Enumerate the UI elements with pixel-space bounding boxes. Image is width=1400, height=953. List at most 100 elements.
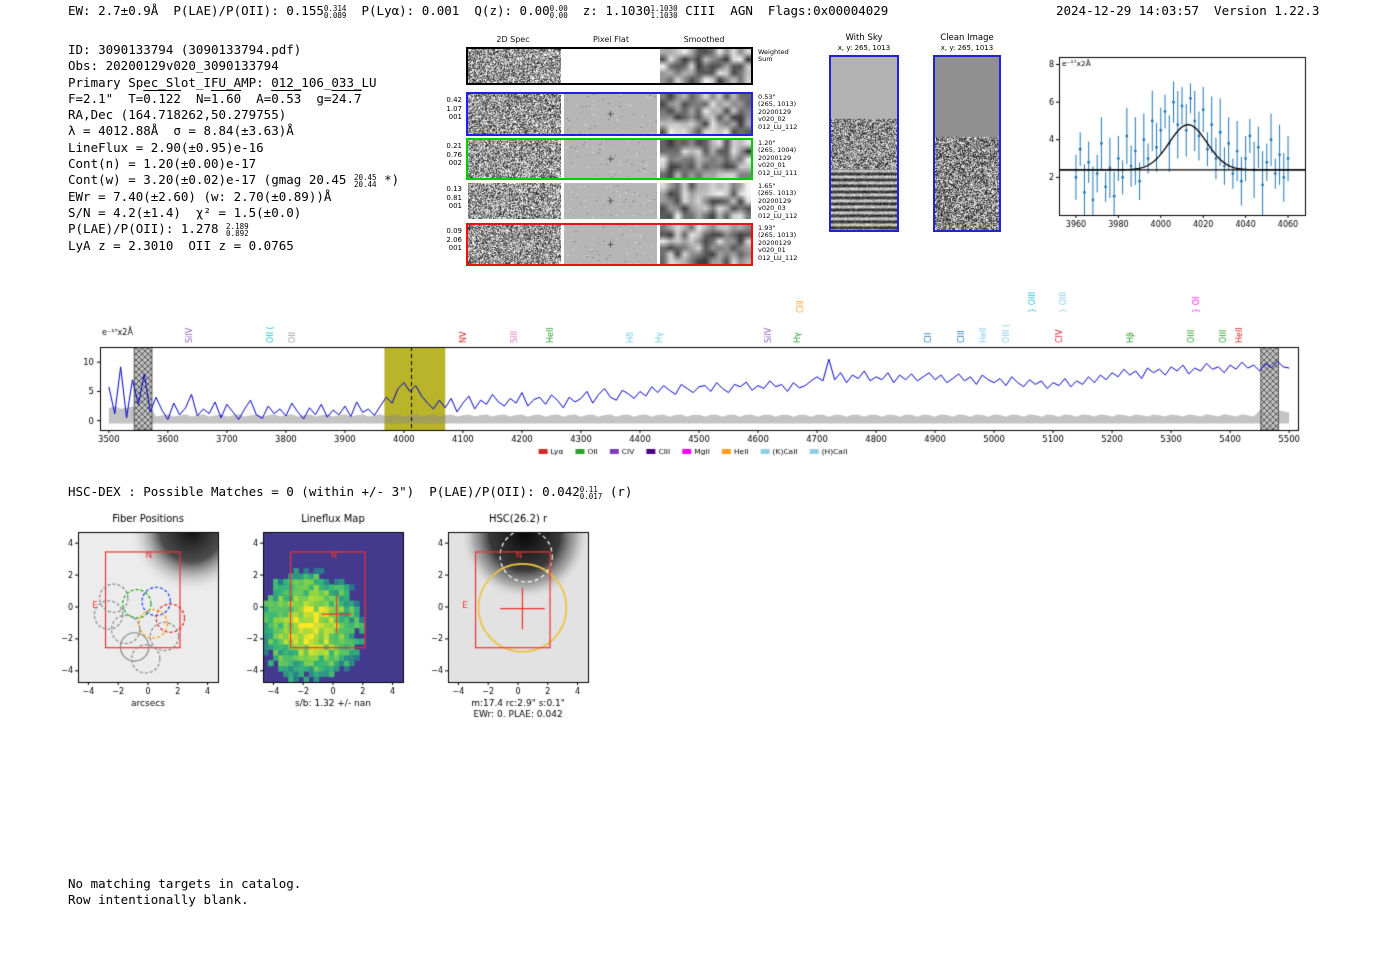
with-sky-panel: With Sky x, y: 265, 1013	[828, 33, 900, 236]
info-line: Obs: 20200129v020_3090133794	[68, 58, 399, 74]
cutout-row-source: 0.53" (265, 1013) 20200129 v020_02 012_L…	[758, 93, 798, 131]
panel-coords: x, y: 265, 1013	[837, 44, 891, 52]
stacked-uncertainty: 2.189 0.892	[226, 222, 249, 239]
text-segment: 1.60	[211, 90, 242, 106]
text-segment: ID: 3090133794 (3090133794.pdf)	[68, 42, 302, 57]
info-line: P(LAE)/P(OII): 1.278 2.189 0.892	[68, 221, 399, 237]
full-spectrum-plot	[58, 270, 1313, 466]
spec2d-cell	[468, 183, 561, 219]
cutout-col-header: Smoothed	[683, 35, 725, 44]
panel-coords: x, y: 265, 1013	[940, 44, 994, 52]
text-segment: z: 1.1030	[567, 3, 651, 18]
hsc-r-image-panel	[418, 510, 608, 720]
header-stats-line: EW: 2.7±0.9Å P(LAE)/P(OII): 0.155 0.314 0.…	[68, 3, 888, 19]
stacked-uncertainty: 0.11 0.017	[579, 485, 603, 501]
text-segment: *)	[376, 172, 400, 188]
info-line: F=2.1" T=0.122 N=1.60 A=0.53 g=24.7	[68, 91, 399, 107]
footer-note-2: Row intentionally blank.	[68, 892, 249, 907]
info-line: LyA z = 2.3010 OII z = 0.0765	[68, 238, 399, 254]
text-segment: Cont(n) = 1.20(±0.00)e-17	[68, 156, 257, 172]
spec2d-cell	[468, 225, 561, 264]
info-line: ID: 3090133794 (3090133794.pdf)	[68, 42, 399, 58]
pixelflat-cell	[564, 225, 657, 264]
spec2d-cutout-grid: 2D Spec Pixel Flat Smoothed Weighted Sum 0.4…	[446, 33, 826, 273]
stacked-uncertainty: 0.314 0.089	[323, 4, 347, 20]
info-line: RA,Dec (164.718262,50.279755)	[68, 107, 399, 123]
text-segment: EW: 2.7±0.9Å P(LAE)/P(OII): 0.155	[68, 3, 324, 18]
cutout-row-metrics: 0.09 2.06 001	[446, 227, 462, 252]
cutout-row	[466, 138, 753, 180]
text-segment: P(Lyα): 0.001 Q(z): 0.00	[346, 3, 550, 18]
text-segment: Obs: 20200129v020_3090133794	[68, 58, 279, 74]
text-segment: CIII AGN Flags:0x00004029	[677, 3, 889, 18]
stacked-uncertainty: 0.00 0.00	[549, 4, 568, 20]
cutout-row-source: 1.93" (265, 1013) 20200129 v020_01 012_L…	[758, 224, 798, 262]
stacked-uncertainty: 1.1030 1.1030	[650, 4, 678, 20]
pixelflat-cell	[564, 94, 657, 134]
cutout-row-metrics: 0.13 0.81 001	[446, 185, 462, 210]
pixelflat-cell	[564, 49, 657, 83]
smoothed-cell	[660, 49, 751, 83]
spec2d-cell	[468, 49, 561, 83]
cutout-row	[466, 92, 753, 136]
lineflux-map-panel	[233, 510, 423, 720]
text-segment: N=	[180, 90, 212, 106]
cutout-row	[466, 223, 753, 266]
text-segment: LineFlux = 2.90(±0.95)e-16	[68, 139, 264, 155]
clean-image-panel: Clean Image x, y: 265, 1013	[931, 33, 1003, 236]
text-segment: S/N = 4.2(±1.4) χ² = 1.5(±0.0)	[68, 204, 302, 220]
cutout-row-metrics: 0.21 0.76 002	[446, 142, 462, 167]
info-line: Cont(w) = 3.20(±0.02)e-17 (gmag 20.45 20…	[68, 172, 399, 188]
panel-title: With Sky	[845, 33, 883, 43]
cutout-row-metrics: 0.42 1.07 001	[446, 96, 462, 121]
text-segment: Cont(w) = 3.20(±0.02)e-17 (gmag 20.45	[68, 172, 354, 188]
elixer-report-page: EW: 2.7±0.9Å P(LAE)/P(OII): 0.155 0.314 0.…	[0, 0, 1400, 953]
hsc-dex-match-line: HSC-DEX : Possible Matches = 0 (within +…	[68, 484, 632, 500]
text-segment: g=	[301, 90, 332, 106]
info-line: LineFlux = 2.90(±0.95)e-16	[68, 140, 399, 156]
info-line: Cont(n) = 1.20(±0.00)e-17	[68, 156, 399, 172]
cutout-col-header: Pixel Flat	[593, 35, 629, 44]
cutout-row	[466, 47, 753, 85]
footer-note-1: No matching targets in catalog.	[68, 876, 302, 891]
sky-image-panels: With Sky x, y: 265, 1013 Clean Image x, y: …	[828, 33, 1008, 243]
smoothed-cell	[660, 140, 751, 178]
text-segment: (r)	[602, 484, 633, 499]
text-segment: F=2.1" T=	[68, 90, 144, 106]
emission-line-fit-plot	[1035, 45, 1315, 240]
info-line: S/N = 4.2(±1.4) χ² = 1.5(±0.0)	[68, 205, 399, 221]
text-segment: A=	[241, 90, 272, 106]
text-segment: RA,Dec (164.718262,50.279755)	[68, 107, 287, 123]
cutout-row-source: 1.20" (265, 1004) 20200129 v020_01 012_L…	[758, 139, 798, 177]
smoothed-cell	[660, 94, 751, 134]
pixelflat-cell	[564, 140, 657, 178]
text-segment: 0.53	[271, 90, 302, 106]
spec2d-cell	[468, 94, 561, 134]
stacked-uncertainty: 20.45 20.44	[353, 173, 377, 190]
cutout-row	[466, 181, 753, 221]
smoothed-cell	[660, 183, 751, 219]
detection-info-block: ID: 3090133794 (3090133794.pdf) Obs: 2020…	[68, 42, 399, 254]
fiber-positions-panel	[48, 510, 238, 720]
pixelflat-cell	[564, 183, 657, 219]
text-segment: EWr = 7.40(±2.60) (w: 2.70(±0.89))Å	[68, 188, 332, 204]
panel-title: Clean Image	[940, 33, 994, 43]
info-line: EWr = 7.40(±2.60) (w: 2.70(±0.89))Å	[68, 189, 399, 205]
with-sky-cutout	[829, 55, 899, 232]
info-line: Primary Spec_Slot_IFU_AMP: 012_106_033_L…	[68, 75, 399, 91]
cutout-row-source: 1.65" (265. 1013) 20200129 v020_03 012_L…	[758, 182, 798, 220]
text-segment: 24.7	[331, 90, 362, 106]
clean-image-cutout	[933, 55, 1001, 232]
text-segment: Primary Spec_Slot_IFU_AMP: 012_106_033_L…	[68, 74, 377, 90]
info-line: λ = 4012.88Å σ = 8.84(±3.63)Å	[68, 123, 399, 139]
text-segment: λ = 4012.88Å σ = 8.84(±3.63)Å	[68, 123, 294, 139]
text-segment: HSC-DEX : Possible Matches = 0 (within +…	[68, 484, 580, 499]
cutout-col-header: 2D Spec	[496, 35, 530, 44]
text-segment: LyA z = 2.3010 OII z = 0.0765	[68, 237, 294, 253]
text-segment: 0.122	[143, 90, 181, 106]
smoothed-cell	[660, 225, 751, 264]
text-segment: P(LAE)/P(OII): 1.278	[68, 221, 227, 237]
cutout-row-source: Weighted Sum	[758, 48, 789, 64]
spec2d-cell	[468, 140, 561, 178]
header-datetime-version: 2024-12-29 14:03:57 Version 1.22.3	[1056, 3, 1320, 18]
